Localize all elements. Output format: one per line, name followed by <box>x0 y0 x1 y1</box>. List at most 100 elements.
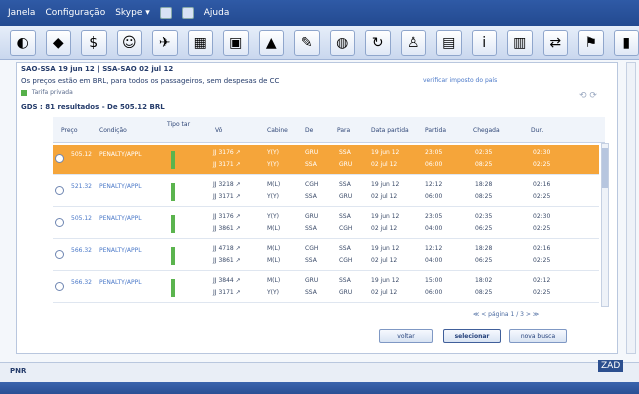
arrival: 08:25 <box>475 289 493 296</box>
date: 19 jun 12 <box>371 149 400 156</box>
grid-scrollbar[interactable] <box>601 143 609 307</box>
table-row[interactable]: 521.32 PENALTY/APPL JJ 3218 ↗ JJ 3171 ↗ … <box>53 177 599 207</box>
window-icon[interactable] <box>181 7 194 19</box>
row-radio[interactable] <box>55 250 64 259</box>
date: 02 jul 12 <box>371 257 398 264</box>
col-de[interactable]: De <box>305 127 313 134</box>
table-row[interactable]: 505.12 PENALTY/APPL JJ 3176 ↗ JJ 3861 ↗ … <box>53 209 599 239</box>
skype-icon[interactable] <box>159 7 172 19</box>
flag-icon[interactable]: ⚑ <box>578 29 604 56</box>
from: SSA <box>305 257 317 264</box>
flight[interactable]: JJ 3171 ↗ <box>213 193 241 200</box>
col-partida[interactable]: Partida <box>425 127 446 134</box>
arrival: 08:25 <box>475 161 493 168</box>
col-cabine[interactable]: Cabine <box>267 127 288 134</box>
col-preco[interactable]: Preço <box>61 127 78 134</box>
voltar-button[interactable]: voltar <box>379 329 433 343</box>
from: SSA <box>305 193 317 200</box>
first-page-icon[interactable]: ≪ <box>473 311 479 318</box>
flight[interactable]: JJ 3861 ↗ <box>213 225 241 232</box>
next-page-icon[interactable]: > <box>526 311 531 318</box>
duration: 02:25 <box>533 257 551 264</box>
departure: 15:00 <box>425 277 443 284</box>
col-condicao[interactable]: Condição <box>99 127 127 134</box>
row-radio[interactable] <box>55 186 64 195</box>
price: 566.32 <box>71 247 92 254</box>
date: 02 jul 12 <box>371 161 398 168</box>
date: 19 jun 12 <box>371 213 400 220</box>
table-row[interactable]: 505.12 PENALTY/APPL JJ 3176 ↗ JJ 3171 ↗ … <box>53 145 599 175</box>
cabin: Y(Y) <box>267 289 280 296</box>
refresh-icon[interactable]: ↻ <box>365 29 391 56</box>
col-duracao[interactable]: Dur. <box>531 127 543 134</box>
condition[interactable]: PENALTY/APPL <box>99 279 142 286</box>
cabin: M(L) <box>267 257 281 264</box>
shield-icon[interactable]: ◆ <box>45 29 71 56</box>
duration: 02:12 <box>533 277 551 284</box>
table-row[interactable]: 566.32 PENALTY/APPL JJ 3844 ↗ JJ 3171 ↗ … <box>53 273 599 303</box>
globe-icon[interactable]: ◍ <box>329 29 355 56</box>
people-icon[interactable]: ☺ <box>116 29 142 56</box>
scrollbar-thumb[interactable] <box>602 148 608 188</box>
main-scrollbar[interactable] <box>626 62 636 354</box>
table-row[interactable]: 566.32 PENALTY/APPL JJ 4718 ↗ JJ 3861 ↗ … <box>53 241 599 271</box>
plane-icon[interactable]: ✈ <box>152 29 178 56</box>
dollar-icon[interactable]: $ <box>81 29 107 56</box>
col-para[interactable]: Para <box>337 127 350 134</box>
cabin: M(L) <box>267 245 281 252</box>
duration: 02:25 <box>533 193 551 200</box>
condition[interactable]: PENALTY/APPL <box>99 215 142 222</box>
row-radio[interactable] <box>55 282 64 291</box>
condition[interactable]: PENALTY/APPL <box>99 183 142 190</box>
book-icon[interactable]: ▥ <box>507 29 533 56</box>
private-fare-marker-icon <box>171 247 175 265</box>
print-icon[interactable]: ▣ <box>223 29 249 56</box>
exchange-icon[interactable]: ⇄ <box>542 29 568 56</box>
tab-pnr[interactable]: PNR <box>10 367 26 375</box>
app-icon[interactable]: ◐ <box>10 29 36 56</box>
calendar-icon[interactable]: ▦ <box>187 29 213 56</box>
flight[interactable]: JJ 3171 ↗ <box>213 161 241 168</box>
condition[interactable]: PENALTY/APPL <box>99 151 142 158</box>
row-radio[interactable] <box>55 154 64 163</box>
fare-grid: Preço Condição Tipo tar Vô Cabine De Par… <box>53 117 605 321</box>
from: SSA <box>305 225 317 232</box>
menu-configuracao[interactable]: Configuração <box>45 8 105 18</box>
to: GRU <box>339 193 353 200</box>
verify-tax-link[interactable]: verificar imposto do país <box>423 77 497 84</box>
nova-busca-button[interactable]: nova busca <box>509 329 567 343</box>
flight[interactable]: JJ 4718 ↗ <box>213 245 241 252</box>
flight[interactable]: JJ 3844 ↗ <box>213 277 241 284</box>
condition[interactable]: PENALTY/APPL <box>99 247 142 254</box>
row-radio[interactable] <box>55 218 64 227</box>
flight[interactable]: JJ 3176 ↗ <box>213 213 241 220</box>
col-data-partida[interactable]: Data partida <box>371 127 409 134</box>
flight[interactable]: JJ 3171 ↗ <box>213 289 241 296</box>
flight[interactable]: JJ 3861 ↗ <box>213 257 241 264</box>
arrival: 18:28 <box>475 181 493 188</box>
info-icon[interactable]: i <box>471 29 497 56</box>
col-chegada[interactable]: Chegada <box>473 127 500 134</box>
menu-skype[interactable]: Skype ▾ <box>115 8 150 18</box>
tools-icon[interactable]: ✎ <box>294 29 320 56</box>
flight[interactable]: JJ 3218 ↗ <box>213 181 241 188</box>
browser-icon[interactable]: ▤ <box>436 29 462 56</box>
chart-icon[interactable]: ▲ <box>258 29 284 56</box>
cabin: Y(Y) <box>267 193 280 200</box>
from: CGH <box>305 181 319 188</box>
last-page-icon[interactable]: ≫ <box>533 311 539 318</box>
lock-icon[interactable]: ▮ <box>613 29 639 56</box>
col-voo[interactable]: Vô <box>215 127 222 134</box>
date: 02 jul 12 <box>371 289 398 296</box>
from: SSA <box>305 161 317 168</box>
menu-janela[interactable]: Janela <box>8 8 35 18</box>
col-tipo-tar[interactable]: Tipo tar <box>167 121 190 128</box>
flight[interactable]: JJ 3176 ↗ <box>213 149 241 156</box>
user-icon[interactable]: ♙ <box>400 29 426 56</box>
to: SSA <box>339 277 351 284</box>
export-icons[interactable]: ⟲ ⟳ <box>579 91 597 101</box>
menu-ajuda[interactable]: Ajuda <box>204 8 230 18</box>
prev-page-icon[interactable]: < <box>481 311 486 318</box>
arrival: 02:35 <box>475 149 493 156</box>
selecionar-button[interactable]: selecionar <box>443 329 501 343</box>
